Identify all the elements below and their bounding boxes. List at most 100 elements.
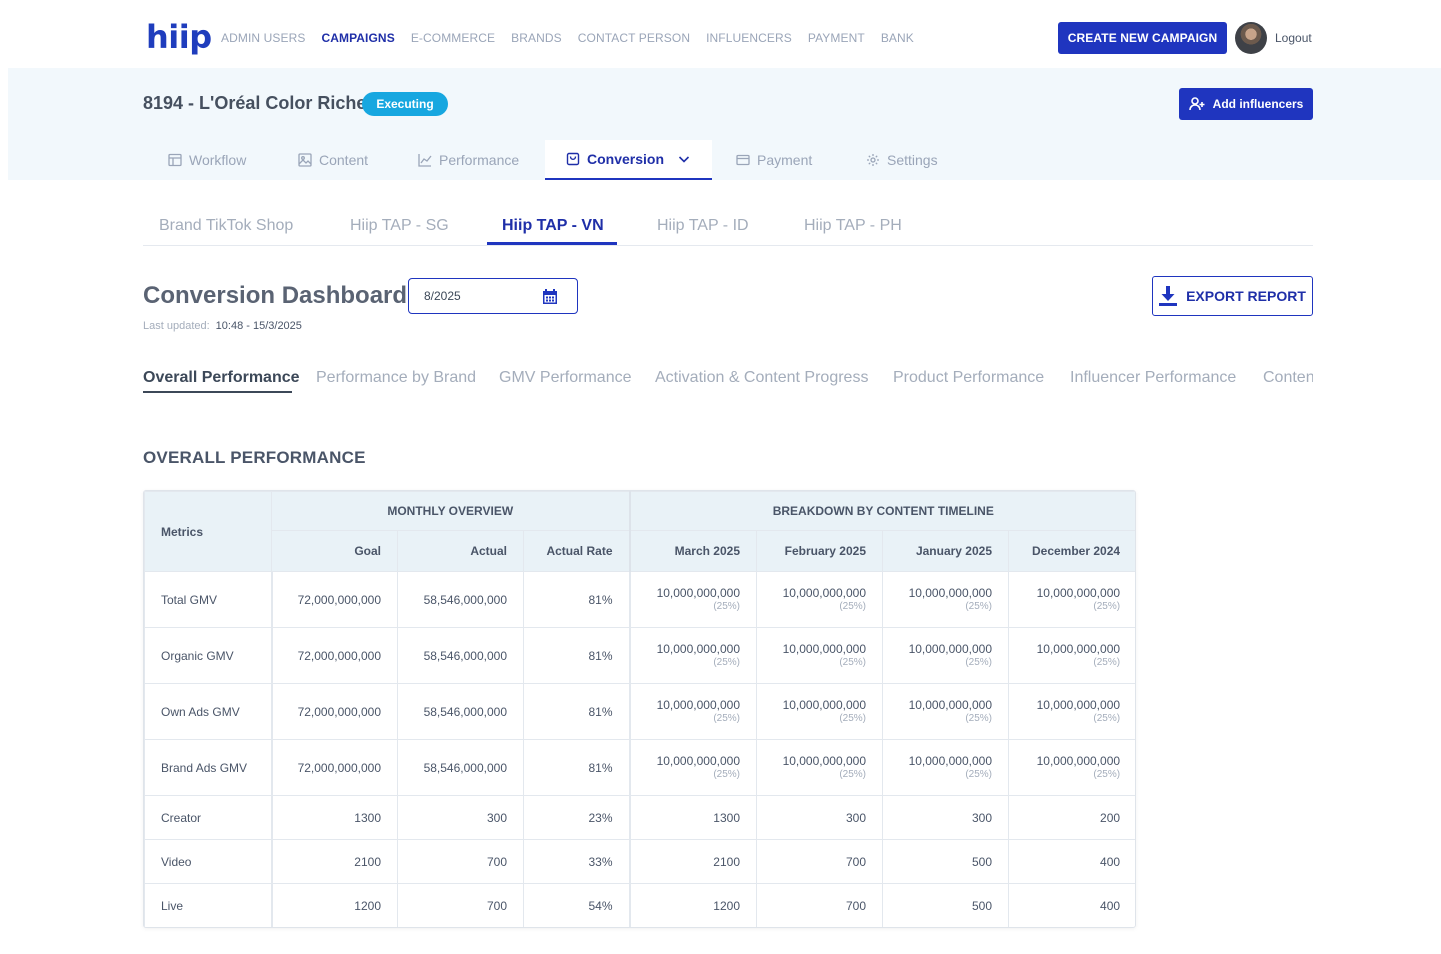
metric-name: Total GMV (144, 571, 273, 628)
top-nav-bar: hiip ADMIN USERS CAMPAIGNS E-COMMERCE BR… (8, 8, 1441, 68)
breakdown-value: 1300 (713, 810, 740, 825)
tab-hiip-tap-vn[interactable]: Hiip TAP - VN (502, 217, 604, 235)
gear-icon (867, 154, 879, 166)
user-avatar[interactable] (1235, 22, 1267, 54)
chart-icon (418, 154, 432, 167)
breakdown-value: 10,000,000,000 (1036, 585, 1121, 600)
actual-cell: 700 (397, 839, 524, 884)
tab-settings[interactable]: Settings (866, 140, 938, 180)
header-month-3: January 2025 (882, 530, 1009, 572)
tab-conversion[interactable]: Conversion (545, 140, 712, 180)
breakdown-cell: 700 (756, 839, 883, 884)
header-month-4: December 2024 (1007, 530, 1135, 572)
breakdown-value: 10,000,000,000 (1036, 641, 1121, 656)
breakdown-cell: 1300 (628, 795, 757, 840)
breakdown-cell: 300 (882, 795, 1009, 840)
actual-rate-cell: 81% (523, 571, 630, 628)
nav-campaigns[interactable]: CAMPAIGNS (321, 31, 394, 45)
breakdown-percent: (25%) (1093, 600, 1121, 612)
breakdown-cell: 10,000,000,000 (25%) (1007, 739, 1135, 796)
export-report-button[interactable]: EXPORT REPORT (1152, 276, 1313, 316)
tab-label: Content (319, 152, 369, 168)
tab-label: Workflow (189, 152, 247, 168)
breakdown-value: 200 (1100, 810, 1121, 825)
breakdown-value: 10,000,000,000 (908, 585, 992, 600)
tab-influencer-performance[interactable]: Influencer Performance (1070, 369, 1236, 387)
breakdown-cell: 10,000,000,000 (25%) (756, 739, 883, 796)
actual-cell: 700 (397, 883, 524, 927)
month-picker-value: 8/2025 (424, 289, 461, 303)
goal-cell: 1200 (271, 883, 398, 927)
tab-brand-tiktok-shop[interactable]: Brand TikTok Shop (159, 217, 293, 235)
breakdown-cell: 10,000,000,000 (25%) (756, 683, 883, 740)
breakdown-percent: (25%) (1093, 656, 1121, 668)
month-picker[interactable]: 8/2025 (408, 278, 578, 314)
nav-brands[interactable]: BRANDS (511, 31, 562, 45)
tab-content[interactable]: Content (298, 140, 368, 180)
breakdown-cell: 1200 (628, 883, 757, 927)
tab-performance[interactable]: Performance (418, 140, 519, 180)
breakdown-value: 300 (845, 810, 866, 825)
metric-name: Live (144, 883, 273, 927)
export-report-label: EXPORT REPORT (1186, 288, 1306, 304)
hiip-logo[interactable]: hiip (146, 18, 212, 56)
add-influencers-label: Add influencers (1212, 97, 1304, 111)
nav-admin-users[interactable]: ADMIN USERS (221, 31, 305, 45)
main-nav: ADMIN USERS CAMPAIGNS E-COMMERCE BRANDS … (221, 31, 914, 45)
tab-gmv-performance[interactable]: GMV Performance (499, 369, 631, 387)
section-heading: OVERALL PERFORMANCE (143, 448, 366, 467)
breakdown-cell: 10,000,000,000 (25%) (628, 739, 757, 796)
channel-tabs: Brand TikTok Shop Hiip TAP - SG Hiip TAP… (143, 206, 1313, 246)
tab-performance-by-brand[interactable]: Performance by Brand (316, 369, 476, 387)
overall-performance-table: Metrics MONTHLY OVERVIEW BREAKDOWN BY CO… (143, 490, 1136, 928)
metric-name: Brand Ads GMV (144, 739, 273, 796)
breakdown-cell: 10,000,000,000 (25%) (882, 683, 1009, 740)
table-icon (168, 153, 182, 167)
breakdown-value: 500 (971, 854, 992, 869)
actual-cell: 58,546,000,000 (397, 627, 524, 684)
goal-cell: 2100 (271, 839, 398, 884)
tab-hiip-tap-ph[interactable]: Hiip TAP - PH (804, 217, 902, 235)
table-row: Creator 1300 300 23% 1300 300 300 200 (144, 795, 1135, 840)
breakdown-percent: (25%) (965, 768, 992, 780)
breakdown-value: 400 (1100, 854, 1121, 869)
download-icon (1159, 286, 1178, 306)
chevron-down-icon[interactable] (677, 152, 691, 166)
breakdown-cell: 200 (1007, 795, 1135, 840)
breakdown-cell: 10,000,000,000 (25%) (1007, 571, 1135, 628)
tab-hiip-tap-sg[interactable]: Hiip TAP - SG (350, 217, 449, 235)
tab-workflow[interactable]: Workflow (168, 140, 246, 180)
nav-payment[interactable]: PAYMENT (808, 31, 865, 45)
nav-e-commerce[interactable]: E-COMMERCE (411, 31, 495, 45)
breakdown-value: 10,000,000,000 (782, 697, 866, 712)
breakdown-percent: (25%) (839, 768, 866, 780)
breakdown-percent: (25%) (1093, 712, 1121, 724)
logout-link[interactable]: Logout (1275, 31, 1312, 45)
add-influencers-button[interactable]: Add influencers (1179, 88, 1313, 120)
metric-name: Creator (144, 795, 273, 840)
breakdown-cell: 10,000,000,000 (25%) (628, 627, 757, 684)
breakdown-value: 10,000,000,000 (908, 753, 992, 768)
tab-hiip-tap-id[interactable]: Hiip TAP - ID (657, 217, 749, 235)
goal-cell: 72,000,000,000 (271, 739, 398, 796)
breakdown-cell: 10,000,000,000 (25%) (1007, 627, 1135, 684)
tab-product-performance[interactable]: Product Performance (893, 369, 1044, 387)
breakdown-value: 1200 (713, 898, 740, 913)
tab-payment[interactable]: Payment (736, 140, 812, 180)
table-row: Organic GMV 72,000,000,000 58,546,000,000 8… (144, 627, 1135, 684)
header-metrics: Metrics (144, 491, 272, 572)
nav-contact-person[interactable]: CONTACT PERSON (578, 31, 690, 45)
last-updated: Last updated: 10:48 - 15/3/2025 (143, 320, 302, 332)
tab-overall-performance[interactable]: Overall Performance (143, 369, 300, 387)
tab-content-truncated[interactable]: Conten (1263, 369, 1313, 387)
nav-influencers[interactable]: INFLUENCERS (706, 31, 792, 45)
calendar-icon[interactable] (542, 289, 558, 304)
breakdown-percent: (25%) (1093, 768, 1121, 780)
breakdown-cell: 10,000,000,000 (25%) (756, 571, 883, 628)
create-new-campaign-button[interactable]: CREATE NEW CAMPAIGN (1058, 22, 1227, 54)
add-user-icon (1188, 97, 1205, 111)
tab-activation-content-progress[interactable]: Activation & Content Progress (655, 369, 868, 387)
breakdown-percent: (25%) (713, 656, 740, 668)
nav-bank[interactable]: BANK (881, 31, 914, 45)
metric-name: Organic GMV (144, 627, 273, 684)
